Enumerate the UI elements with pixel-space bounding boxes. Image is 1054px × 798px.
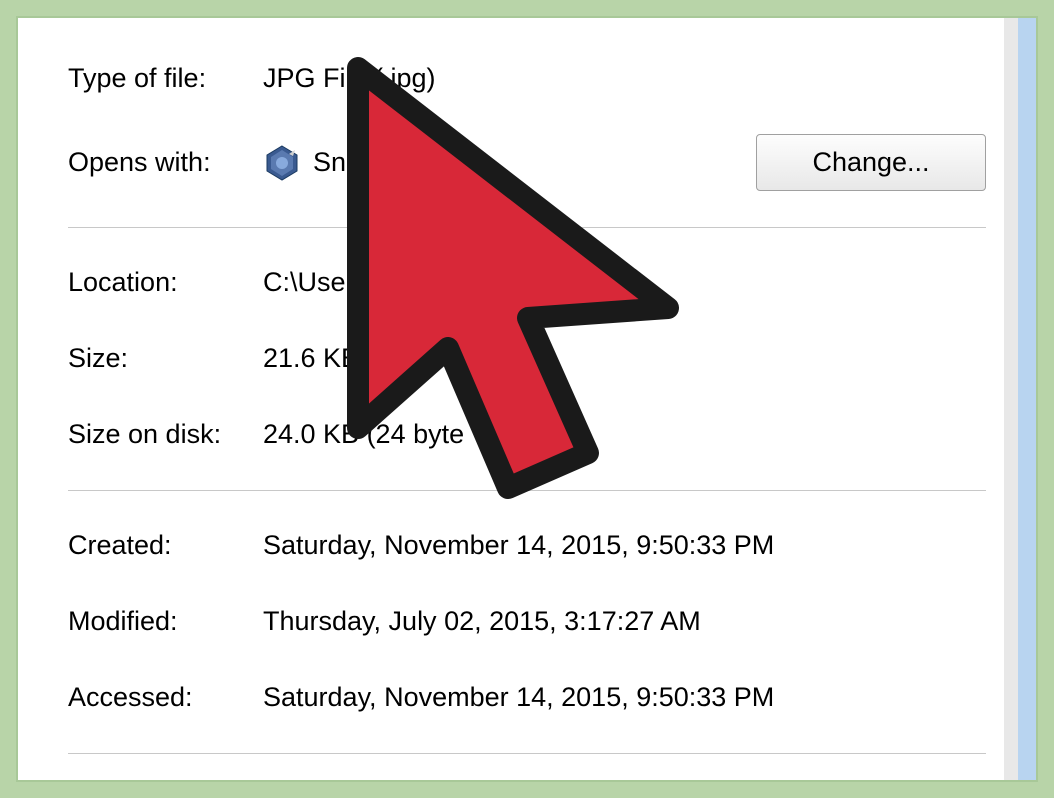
- divider: [68, 753, 986, 754]
- created-value: Saturday, November 14, 2015, 9:50:33 PM: [263, 530, 986, 561]
- size-on-disk-label: Size on disk:: [68, 419, 263, 450]
- modified-label: Modified:: [68, 606, 263, 637]
- opens-with-label: Opens with:: [68, 147, 263, 178]
- window-edge-blue: [1018, 18, 1036, 780]
- type-of-file-value: JPG File (.jpg): [263, 63, 986, 94]
- size-row: Size: 21.6 KB (22: [68, 338, 986, 378]
- size-on-disk-row: Size on disk: 24.0 KB (24 byte: [68, 414, 986, 454]
- size-value: 21.6 KB (22: [263, 343, 986, 374]
- accessed-label: Accessed:: [68, 682, 263, 713]
- divider: [68, 227, 986, 228]
- snagit-icon: [263, 144, 301, 182]
- created-row: Created: Saturday, November 14, 2015, 9:…: [68, 525, 986, 565]
- change-button[interactable]: Change...: [756, 134, 986, 191]
- type-of-file-label: Type of file:: [68, 63, 263, 94]
- properties-dialog: Type of file: JPG File (.jpg) Opens with…: [16, 16, 1038, 782]
- created-label: Created:: [68, 530, 263, 561]
- opens-with-app-name: Snagit: [313, 147, 390, 178]
- modified-row: Modified: Thursday, July 02, 2015, 3:17:…: [68, 601, 986, 641]
- window-edge-gray: [1004, 18, 1018, 780]
- accessed-value: Saturday, November 14, 2015, 9:50:33 PM: [263, 682, 986, 713]
- accessed-row: Accessed: Saturday, November 14, 2015, 9…: [68, 677, 986, 717]
- location-label: Location:: [68, 267, 263, 298]
- size-on-disk-value: 24.0 KB (24 byte: [263, 419, 986, 450]
- type-of-file-row: Type of file: JPG File (.jpg): [68, 58, 986, 98]
- properties-content: Type of file: JPG File (.jpg) Opens with…: [18, 18, 1036, 754]
- divider: [68, 490, 986, 491]
- location-row: Location: C:\Users\Us: [68, 262, 986, 302]
- modified-value: Thursday, July 02, 2015, 3:17:27 AM: [263, 606, 986, 637]
- size-label: Size:: [68, 343, 263, 374]
- opens-with-row: Opens with: Snagit Change...: [68, 134, 986, 191]
- location-value: C:\Users\Us: [263, 267, 986, 298]
